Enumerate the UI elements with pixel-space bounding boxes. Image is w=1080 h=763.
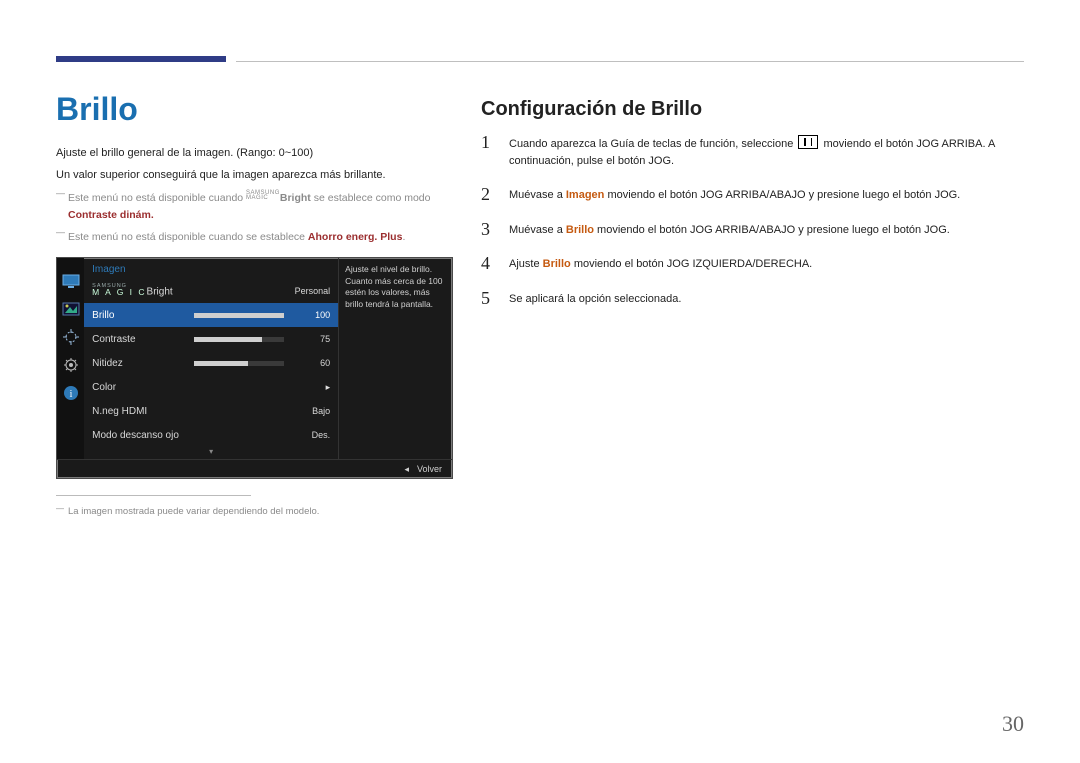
osd-footer: ◂ Volver (57, 459, 452, 478)
step-2: 2 Muévase a Imagen moviendo el botón JOG… (481, 187, 1024, 204)
note-1: Este menú no está disponible cuando SAMS… (56, 190, 451, 223)
step-num: 1 (481, 133, 495, 151)
page-title: Brillo (56, 92, 451, 127)
step-1: 1 Cuando aparezca la Guía de teclas de f… (481, 135, 1024, 169)
note-1-mode: Contraste dinám. (68, 209, 154, 221)
info-icon: i (62, 386, 80, 400)
header-rule (56, 56, 1024, 62)
accent-bar (56, 56, 226, 62)
osd-slider-brillo (194, 313, 284, 318)
svg-text:i: i (69, 389, 72, 400)
osd-screenshot: i Imagen SAMSUNGM A G I CBright Persona (56, 257, 453, 479)
note-2: Este menú no está disponible cuando se e… (56, 229, 451, 245)
monitor-icon (62, 274, 80, 288)
picture-icon (62, 302, 80, 316)
osd-row-contraste: Contraste 75 (84, 327, 338, 351)
step-3-target: Brillo (566, 224, 594, 236)
chevron-right-icon: ▸ (290, 382, 330, 393)
page-number: 30 (1002, 711, 1024, 737)
section-title: Configuración de Brillo (481, 98, 1024, 121)
osd-slider-contraste (194, 337, 284, 342)
step-4-target: Brillo (543, 258, 571, 270)
back-caret-icon: ◂ (404, 464, 409, 475)
osd-row-descanso: Modo descanso ojo Des. (84, 423, 338, 447)
footnote-separator (56, 495, 251, 496)
osd-row-color: Color ▸ (84, 375, 338, 399)
gear-icon (62, 358, 80, 372)
osd-scroll-indicator: ▾ (84, 447, 338, 459)
thin-rule (236, 61, 1024, 62)
step-num: 5 (481, 289, 495, 307)
osd-help-text: Ajuste el nivel de brillo. Cuanto más ce… (338, 258, 452, 459)
target-icon (62, 330, 80, 344)
osd-section-title: Imagen (84, 258, 338, 279)
desc-line-1: Ajuste el brillo general de la imagen. (… (56, 145, 451, 163)
osd-sidebar: i (57, 258, 84, 459)
step-5: 5 Se aplicará la opción seleccionada. (481, 291, 1024, 308)
step-num: 2 (481, 185, 495, 203)
footnote: La imagen mostrada puede variar dependie… (56, 506, 451, 517)
note-2-mode: Ahorro energ. Plus (308, 231, 403, 243)
step-num: 3 (481, 220, 495, 238)
step-3: 3 Muévase a Brillo moviendo el botón JOG… (481, 222, 1024, 239)
osd-row-magicbright: SAMSUNGM A G I CBright Personal (84, 279, 338, 303)
osd-slider-nitidez (194, 361, 284, 366)
menu-icon (798, 135, 818, 149)
osd-row-nitidez: Nitidez 60 (84, 351, 338, 375)
desc-line-2: Un valor superior conseguirá que la imag… (56, 167, 451, 185)
osd-row-brillo: Brillo 100 (84, 303, 338, 327)
osd-back-label: Volver (417, 464, 442, 474)
osd-row-nneg: N.neg HDMI Bajo (84, 399, 338, 423)
step-2-target: Imagen (566, 189, 605, 201)
step-4: 4 Ajuste Brillo moviendo el botón JOG IZ… (481, 256, 1024, 273)
step-num: 4 (481, 254, 495, 272)
osd-val-magicbright: Personal (290, 286, 330, 296)
